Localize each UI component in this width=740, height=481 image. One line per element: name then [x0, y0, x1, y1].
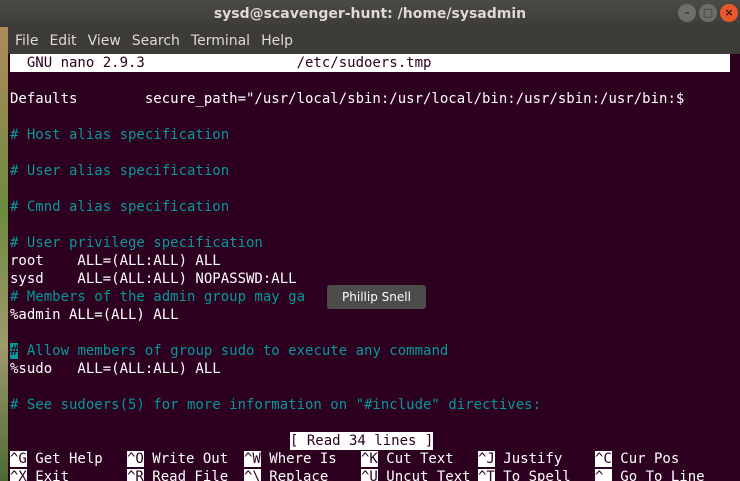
editor-line: # Allow members of group sudo to execute… — [10, 342, 448, 360]
shortcut-item: ^G Get Help — [10, 450, 103, 468]
editor-line-text: %admin ALL=(ALL) ALL — [10, 307, 179, 323]
editor-line: # Cmnd alias specification — [10, 198, 229, 216]
shortcut-item: ^X Exit — [10, 468, 69, 481]
shortcut-item: ^_ Go To Line — [595, 468, 705, 481]
shortcut-key: ^R — [127, 469, 144, 481]
menu-edit[interactable]: Edit — [49, 33, 76, 49]
shortcut-key: ^J — [478, 451, 495, 467]
menu-terminal[interactable]: Terminal — [191, 33, 250, 49]
menu-bar: File Edit View Search Terminal Help — [8, 27, 740, 54]
shortcut-label: Replace — [260, 469, 329, 481]
shortcut-key: ^G — [10, 451, 27, 467]
window-controls: – □ × — [678, 4, 738, 22]
shortcut-item: ^U Uncut Text — [361, 468, 471, 481]
editor-line: # Host alias specification — [10, 126, 229, 144]
shortcut-key: ^T — [478, 469, 495, 481]
shortcut-label: Go To Line — [611, 469, 705, 481]
tooltip: Phillip Snell — [327, 285, 426, 309]
shortcut-label: Cut Text — [377, 451, 454, 467]
editor-line: root ALL=(ALL:ALL) ALL — [10, 252, 221, 270]
shortcut-key: ^_ — [595, 469, 612, 481]
editor-line-text: Allow members of group sudo to execute a… — [18, 343, 449, 359]
window-titlebar[interactable]: sysd@scavenger-hunt: /home/sysadmin – □ … — [0, 0, 740, 27]
editor-line: %admin ALL=(ALL) ALL — [10, 306, 179, 324]
menu-view[interactable]: View — [88, 33, 121, 49]
editor-line-text: # Host alias specification — [10, 127, 230, 143]
shortcut-label: Cur Pos — [611, 451, 680, 467]
nano-status: [ Read 34 lines ] — [290, 432, 434, 450]
desktop-background-strip — [0, 27, 8, 481]
shortcut-item: ^C Cur Pos — [595, 450, 679, 468]
shortcut-label: Exit — [26, 469, 70, 481]
editor-line-text: root ALL=(ALL:ALL) ALL — [10, 253, 221, 269]
shortcut-item: ^W Where Is — [244, 450, 337, 468]
shortcut-item: ^J Justify — [478, 450, 562, 468]
shortcut-key: ^X — [10, 469, 27, 481]
menu-help[interactable]: Help — [261, 33, 293, 49]
editor-line-text: # Cmnd alias specification — [10, 199, 230, 215]
shortcut-label: Read File — [143, 469, 229, 481]
editor-line: sysd ALL=(ALL:ALL) NOPASSWD:ALL — [10, 270, 297, 288]
editor-line-text: sysd ALL=(ALL:ALL) NOPASSWD:ALL — [10, 271, 297, 287]
editor-line: %sudo ALL=(ALL:ALL) ALL — [10, 360, 221, 378]
shortcut-label: Uncut Text — [377, 469, 471, 481]
shortcut-label: Get Help — [26, 451, 103, 467]
shortcut-item: ^R Read File — [127, 468, 228, 481]
close-button[interactable]: × — [720, 4, 738, 22]
shortcut-label: Justify — [494, 451, 563, 467]
editor-line: # See sudoers(5) for more information on… — [10, 396, 541, 414]
shortcut-key: ^C — [595, 451, 612, 467]
shortcut-key: ^W — [244, 451, 261, 467]
shortcut-label: To Spell — [494, 469, 571, 481]
shortcut-label: Where Is — [260, 451, 337, 467]
editor-line: Defaults secure_path="/usr/local/sbin:/u… — [10, 90, 684, 108]
editor-line-text: Defaults secure_path="/usr/local/sbin:/u… — [10, 91, 685, 107]
menu-search[interactable]: Search — [132, 33, 180, 49]
editor-line-text: # Members of the admin group may ga — [10, 289, 306, 305]
shortcut-item: ^O Write Out — [127, 450, 228, 468]
shortcut-label: Write Out — [143, 451, 229, 467]
editor-line-text: # See sudoers(5) for more information on… — [10, 397, 542, 413]
window-title: sysd@scavenger-hunt: /home/sysadmin — [213, 5, 527, 22]
maximize-button[interactable]: □ — [699, 4, 717, 22]
editor-line: # User alias specification — [10, 162, 229, 180]
editor-line-text: # User privilege specification — [10, 235, 263, 251]
nano-header: GNU nano 2.9.3 /etc/sudoers.tmp — [10, 54, 730, 72]
shortcut-key: ^U — [361, 469, 378, 481]
shortcut-key: ^O — [127, 451, 144, 467]
shortcut-item: ^T To Spell — [478, 468, 571, 481]
terminal-area[interactable]: GNU nano 2.9.3 /etc/sudoers.tmp Defaults… — [8, 54, 740, 481]
shortcut-item: ^\ Replace — [244, 468, 328, 481]
shortcut-key: ^K — [361, 451, 378, 467]
shortcut-item: ^K Cut Text — [361, 450, 454, 468]
editor-line: # User privilege specification — [10, 234, 263, 252]
shortcut-key: ^\ — [244, 469, 261, 481]
editor-line-text: %sudo ALL=(ALL:ALL) ALL — [10, 361, 221, 377]
editor-line-text: # User alias specification — [10, 163, 230, 179]
minimize-button[interactable]: – — [678, 4, 696, 22]
terminal-scrollbar[interactable] — [730, 54, 740, 481]
menu-file[interactable]: File — [15, 33, 38, 49]
